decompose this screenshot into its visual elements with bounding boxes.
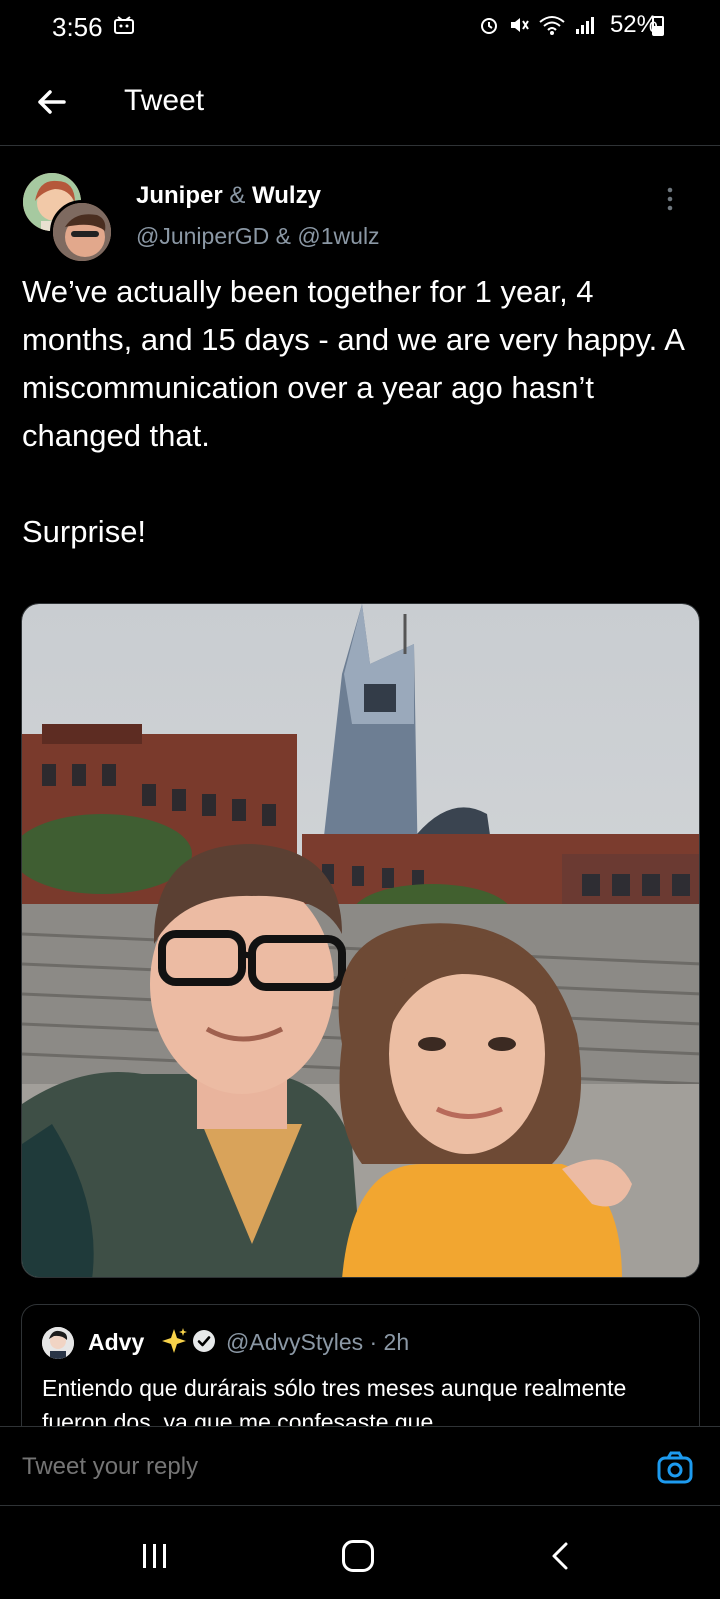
status-icons: 52% (478, 10, 658, 40)
photo-image (22, 604, 699, 1277)
wifi-icon (539, 16, 565, 35)
nav-back-icon[interactable] (548, 1540, 572, 1572)
quoted-author-name[interactable]: Advy (88, 1329, 144, 1356)
back-arrow-icon[interactable] (30, 80, 74, 124)
reply-input[interactable] (22, 1453, 622, 1481)
page-title: Tweet (124, 84, 205, 117)
sparkles-icon (162, 1328, 187, 1353)
status-time: 3:56 (52, 12, 103, 42)
mute-icon (510, 18, 529, 32)
reply-bar (0, 1426, 720, 1506)
battery-percent: 52% (609, 11, 658, 38)
system-nav-bar (0, 1512, 720, 1599)
author-name-juniper[interactable]: Juniper (136, 182, 223, 209)
author-avatars[interactable] (20, 170, 120, 270)
quoted-tweet[interactable]: Advy @AdvyStyles · 2h Entiendo que durár… (21, 1304, 700, 1434)
camera-icon[interactable] (656, 1449, 694, 1487)
signal-icon (575, 17, 594, 34)
more-options-icon[interactable] (658, 184, 682, 214)
author-handles[interactable]: @JuniperGD & @1wulz (136, 223, 380, 250)
verified-badge-icon (193, 1330, 215, 1352)
recent-apps-icon[interactable] (140, 1542, 170, 1570)
notification-icon (114, 16, 134, 34)
home-icon[interactable] (342, 1540, 374, 1572)
author-names-separator: & (229, 182, 246, 209)
author-names[interactable]: Juniper & Wulzy (136, 182, 321, 210)
quoted-handle-time: @AdvyStyles · 2h (226, 1329, 410, 1355)
avatar-wulzy[interactable] (50, 200, 114, 264)
tweet-photo[interactable] (21, 603, 700, 1278)
quoted-avatar[interactable] (42, 1327, 74, 1359)
status-bar: 3:56 52% (0, 0, 720, 52)
tweet-text: We’ve actually been together for 1 year,… (22, 274, 684, 549)
top-app-bar: Tweet (0, 60, 720, 146)
quoted-tweet-text: Entiendo que durárais sólo tres meses au… (42, 1375, 627, 1434)
author-name-wulzy[interactable]: Wulzy (252, 182, 321, 209)
battery-icon (652, 16, 664, 36)
alarm-icon (480, 18, 497, 34)
